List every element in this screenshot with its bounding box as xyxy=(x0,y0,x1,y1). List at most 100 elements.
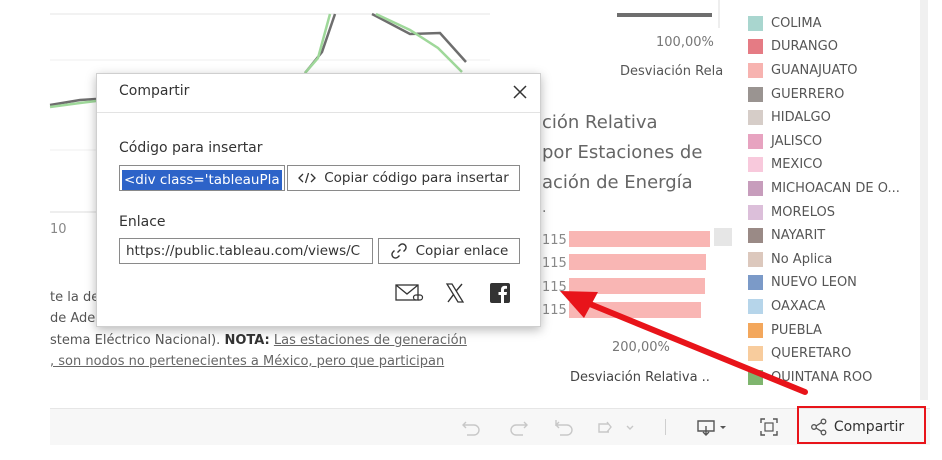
center-heading-line-3: ación de Energía xyxy=(542,172,693,193)
bottom-axis-title: Desviación Relativa .. xyxy=(570,370,710,385)
fullscreen-button[interactable] xyxy=(756,415,782,439)
bar-label: 115 xyxy=(542,233,567,248)
top-percent-label: 100,00% xyxy=(656,35,714,50)
undo-button[interactable] xyxy=(458,415,484,439)
bar xyxy=(569,278,705,294)
color-legend: COLIMA DURANGO GUANAJUATO GUERRERO HIDALGO JA… xyxy=(740,0,930,400)
fullscreen-icon xyxy=(760,418,778,436)
center-heading-line-1: ción Relativa xyxy=(542,112,658,133)
line-series-dark xyxy=(304,13,337,74)
close-icon xyxy=(513,85,527,99)
legend-item[interactable]: JALISCO xyxy=(748,132,822,150)
legend-item[interactable]: QUERETARO xyxy=(748,344,851,362)
copy-link-button[interactable]: Copiar enlace xyxy=(378,238,520,264)
line-series-green xyxy=(304,13,332,74)
legend-item[interactable]: PUEBLA xyxy=(748,321,822,339)
facebook-share-button[interactable] xyxy=(487,280,513,306)
legend-label: No Aplica xyxy=(771,251,833,267)
legend-label: QUERETARO xyxy=(771,345,852,361)
legend-item[interactable]: MICHOACAN DE O... xyxy=(748,179,900,197)
link-icon xyxy=(390,243,407,259)
download-button[interactable] xyxy=(692,415,734,439)
legend-swatch xyxy=(748,180,763,196)
pause-updates-button[interactable] xyxy=(594,415,640,439)
legend-swatch xyxy=(748,38,763,54)
legend-swatch xyxy=(748,109,763,125)
legend-label: GUERRERO xyxy=(771,86,845,102)
legend-scrollbar[interactable] xyxy=(920,0,928,400)
share-icon xyxy=(810,418,827,436)
copy-link-label: Copiar enlace xyxy=(415,243,509,259)
legend-item[interactable]: No Aplica xyxy=(748,250,832,268)
note-line-3-text: stema Eléctrico Nacional). xyxy=(50,333,225,348)
note-bold-label: NOTA: xyxy=(224,333,270,348)
link-value: https://public.tableau.com/views/C xyxy=(126,243,361,259)
legend-label: OAXACA xyxy=(771,298,826,314)
legend-swatch xyxy=(748,227,763,243)
note-link[interactable]: Las estaciones de generación xyxy=(274,333,467,348)
legend-item[interactable]: COLIMA xyxy=(748,14,822,32)
legend-swatch xyxy=(748,322,763,338)
embed-code-value: <div class='tableauPla xyxy=(122,170,282,190)
legend-item[interactable]: NUEVO LEON xyxy=(748,273,857,291)
legend-swatch xyxy=(748,86,763,102)
legend-swatch xyxy=(748,15,763,31)
legend-label: DURANGO xyxy=(771,38,838,54)
legend-label: HIDALGO xyxy=(771,109,831,125)
legend-item[interactable]: HIDALGO xyxy=(748,108,831,126)
bar-chart xyxy=(566,228,732,328)
bar xyxy=(569,231,710,247)
revert-button[interactable] xyxy=(550,415,578,439)
note-line-4[interactable]: , son nodos no pertenecientes a México, … xyxy=(50,354,444,369)
left-axis-tick: 10 xyxy=(50,222,67,237)
legend-item[interactable]: OAXACA xyxy=(748,297,825,315)
legend-item[interactable]: DURANGO xyxy=(748,37,838,55)
legend-label: QUINTANA ROO xyxy=(771,369,873,385)
legend-label: PUEBLA xyxy=(771,322,822,338)
bottom-percent-label: 200,00% xyxy=(612,340,670,355)
embed-code-field[interactable]: <div class='tableauPla xyxy=(119,165,285,191)
email-share-button[interactable] xyxy=(393,280,427,306)
legend-item[interactable]: GUERRERO xyxy=(748,85,844,103)
note-line-3: stema Eléctrico Nacional). NOTA: Las est… xyxy=(50,333,467,348)
redo-button[interactable] xyxy=(506,415,532,439)
note-line-2: de Ade xyxy=(50,311,96,326)
legend-swatch xyxy=(748,62,763,78)
legend-swatch xyxy=(748,156,763,172)
bar-label: 115 xyxy=(542,303,567,318)
close-button[interactable] xyxy=(508,80,532,104)
pause-icon xyxy=(598,421,634,433)
link-label: Enlace xyxy=(119,214,166,230)
revert-icon xyxy=(555,420,573,436)
facebook-icon xyxy=(490,283,510,303)
download-icon xyxy=(697,420,726,436)
viz-toolbar: Compartir xyxy=(50,408,930,445)
legend-item[interactable]: MORELOS xyxy=(748,203,835,221)
dialog-title: Compartir xyxy=(119,83,190,99)
legend-swatch xyxy=(748,298,763,314)
x-share-button[interactable] xyxy=(442,280,468,306)
legend-label: COLIMA xyxy=(771,15,822,31)
copy-embed-code-label: Copiar código para insertar xyxy=(324,170,509,186)
legend-label: MORELOS xyxy=(771,204,835,220)
line-series-dark xyxy=(371,12,467,63)
bar-label: 115 xyxy=(542,256,567,271)
legend-item[interactable]: NAYARIT xyxy=(748,226,825,244)
share-button-label: Compartir xyxy=(833,419,905,435)
legend-item[interactable]: QUINTANA ROO xyxy=(748,368,872,386)
link-field[interactable]: https://public.tableau.com/views/C xyxy=(119,238,373,264)
redo-icon xyxy=(510,421,528,436)
center-heading-line-2: por Estaciones de xyxy=(542,142,703,163)
undo-icon xyxy=(462,421,480,436)
top-axis-title: Desviación Rela xyxy=(620,64,724,79)
legend-item[interactable]: GUANAJUATO xyxy=(748,61,858,79)
copy-embed-code-button[interactable]: Copiar código para insertar xyxy=(287,165,520,191)
legend-label: JALISCO xyxy=(771,133,823,149)
legend-label: MEXICO xyxy=(771,156,823,172)
toolbar-separator xyxy=(664,415,666,439)
share-button[interactable]: Compartir xyxy=(798,413,916,441)
legend-swatch xyxy=(748,274,763,290)
share-dialog: Compartir Código para insertar <div clas… xyxy=(96,73,541,327)
embed-code-label: Código para insertar xyxy=(119,140,263,156)
legend-item[interactable]: MEXICO xyxy=(748,155,822,173)
